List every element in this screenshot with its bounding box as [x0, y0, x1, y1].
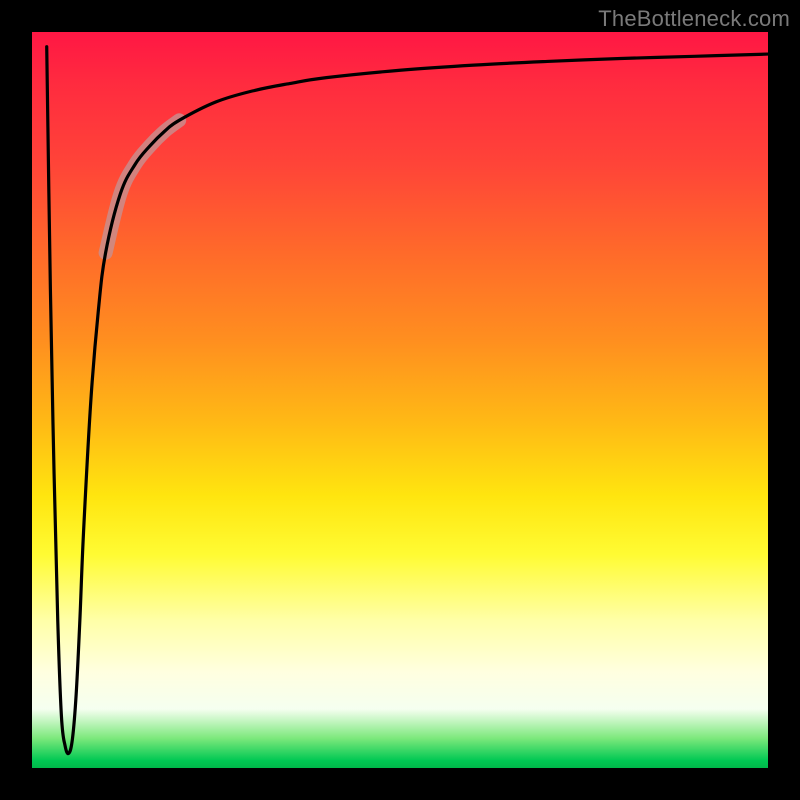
curve-highlight-segment: [106, 120, 180, 252]
attribution-text: TheBottleneck.com: [598, 6, 790, 32]
plot-area: [32, 32, 768, 768]
bottleneck-curve: [47, 47, 768, 754]
chart-container: TheBottleneck.com: [0, 0, 800, 800]
curve-svg: [32, 32, 768, 768]
